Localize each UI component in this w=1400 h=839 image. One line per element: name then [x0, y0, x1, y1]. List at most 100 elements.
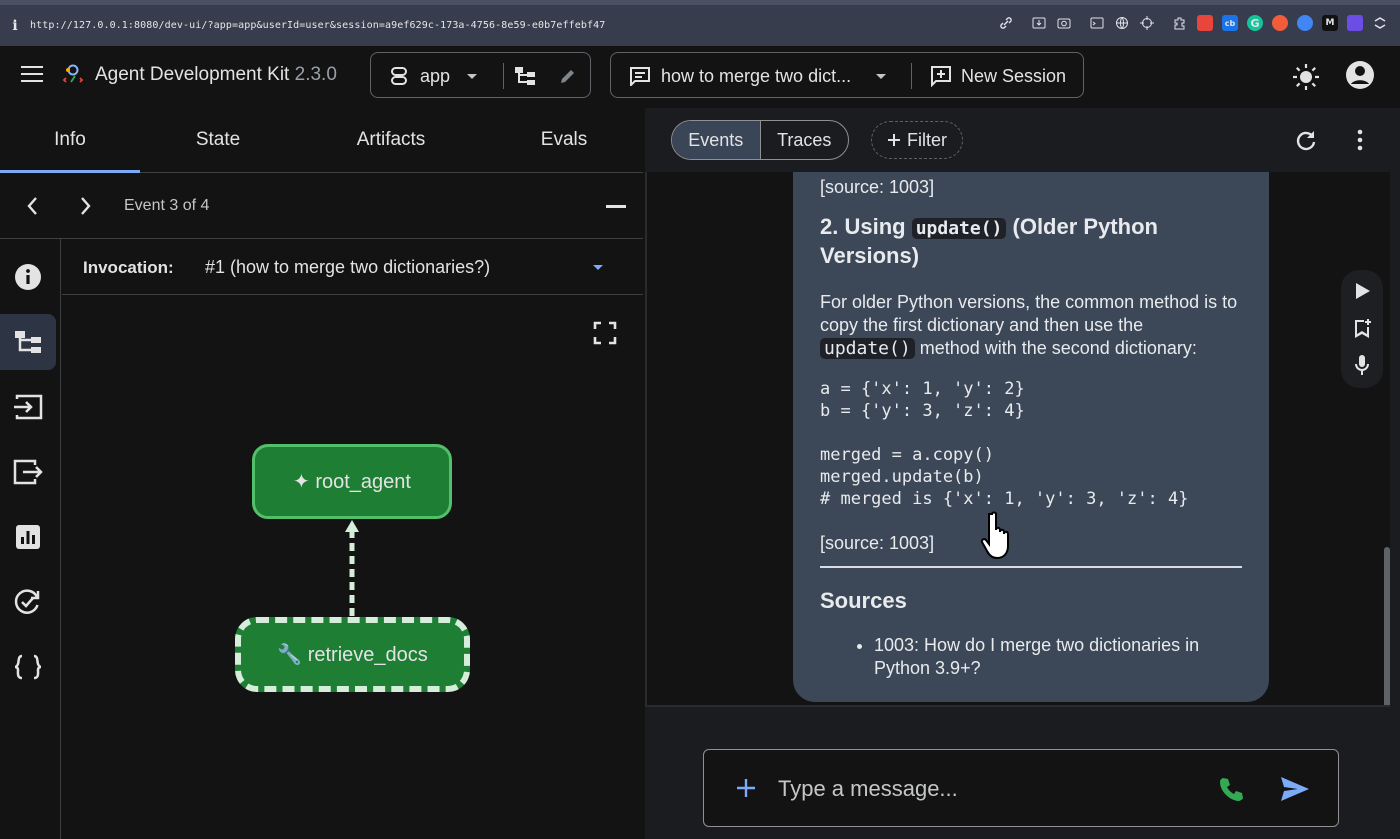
- paragraph-text-a: For older Python versions, the common me…: [820, 292, 1238, 335]
- panel-tabs: Info State Artifacts Evals: [0, 108, 643, 173]
- database-icon: [391, 67, 407, 85]
- message-heading: 2. Using update() (Older Python Versions…: [820, 213, 1242, 269]
- session-selector-group: how to merge two dict... New Session: [610, 52, 1084, 98]
- play-icon[interactable]: [1353, 282, 1371, 300]
- panel-rail: [0, 239, 61, 839]
- invocation-selector[interactable]: Invocation: #1 (how to merge two diction…: [62, 239, 643, 295]
- chevron-right-icon[interactable]: [79, 195, 93, 217]
- chevron-left-icon[interactable]: [25, 195, 39, 217]
- chat-toolbar: Events Traces Filter: [645, 108, 1400, 172]
- edit-icon[interactable]: [558, 66, 578, 86]
- link-icon[interactable]: [998, 15, 1014, 31]
- filter-label: Filter: [907, 129, 947, 150]
- add-attachment-icon[interactable]: [736, 778, 756, 798]
- filter-button[interactable]: Filter: [871, 121, 963, 159]
- events-toggle[interactable]: Events: [672, 121, 761, 159]
- app-title-text: Agent Development Kit: [95, 64, 290, 85]
- url-text[interactable]: http://127.0.0.1:8080/dev-ui/?app=app&us…: [30, 20, 605, 31]
- chat-panel: Events Traces Filter [source: 1003] 2. U…: [645, 108, 1400, 839]
- microphone-icon[interactable]: [1354, 354, 1370, 376]
- agent-tree-icon[interactable]: [514, 66, 536, 86]
- message-composer: [703, 749, 1339, 827]
- scrollbar[interactable]: [1384, 547, 1390, 705]
- traces-toggle[interactable]: Traces: [761, 121, 849, 159]
- code-block: a = {'x': 1, 'y': 2} b = {'y': 3, 'z': 4…: [820, 379, 1189, 509]
- output-icon[interactable]: [0, 444, 56, 500]
- event-navigation: Event 3 of 4: [0, 173, 643, 239]
- menu-icon[interactable]: [21, 66, 43, 84]
- crosshair-icon[interactable]: [1139, 15, 1155, 31]
- hand-cursor-icon: [980, 511, 1009, 560]
- app-title: Agent Development Kit 2.3.0: [95, 64, 337, 86]
- settings-ext-icon[interactable]: [1297, 15, 1313, 31]
- tab-artifacts[interactable]: Artifacts: [316, 108, 466, 173]
- graph-icon[interactable]: [0, 314, 56, 370]
- divider: [820, 566, 1242, 568]
- theme-toggle-icon[interactable]: [1292, 63, 1320, 91]
- refresh-icon[interactable]: [1295, 129, 1317, 151]
- bookmark-add-icon[interactable]: [1352, 318, 1372, 338]
- session-select-value[interactable]: how to merge two dict...: [661, 66, 851, 87]
- source-item: 1003: How do I merge two dictionaries in…: [874, 634, 1242, 680]
- chevron-down-icon[interactable]: [876, 74, 886, 79]
- event-counter: Event 3 of 4: [124, 197, 210, 214]
- heading-code: update(): [911, 218, 1007, 239]
- source-citation: [source: 1003]: [820, 177, 935, 197]
- agent-graph: ✦ root_agent 🔧 retrieve_docs: [62, 296, 643, 839]
- chat-icon: [630, 67, 650, 86]
- paragraph-text-b: method with the second dictionary:: [914, 338, 1197, 358]
- chevron-down-icon[interactable]: [467, 74, 477, 79]
- app-selector-group: app: [370, 52, 591, 98]
- app-header: Agent Development Kit 2.3.0 app how to m…: [0, 46, 1400, 108]
- json-icon[interactable]: [0, 639, 56, 695]
- extension-icon[interactable]: [1172, 15, 1188, 31]
- collapse-icon[interactable]: [606, 205, 626, 208]
- phone-icon[interactable]: [1217, 775, 1245, 803]
- app-select-value[interactable]: app: [420, 66, 450, 87]
- agent-message-bubble: [source: 1003] 2. Using update() (Older …: [793, 172, 1269, 702]
- info-icon[interactable]: [0, 249, 56, 305]
- tab-state[interactable]: State: [143, 108, 293, 173]
- chart-icon[interactable]: [0, 509, 56, 565]
- graph-edge: [345, 520, 359, 618]
- account-icon[interactable]: [1345, 60, 1375, 90]
- adk-logo-icon: [62, 64, 84, 83]
- tab-evals[interactable]: Evals: [489, 108, 639, 173]
- new-session-button[interactable]: New Session: [928, 53, 1078, 99]
- message-actions-rail: [1341, 270, 1383, 388]
- terminal-icon[interactable]: [1089, 15, 1105, 31]
- graph-node-retrieve-docs[interactable]: 🔧 retrieve_docs: [235, 617, 470, 692]
- extension-toolbar: cb G M: [998, 15, 1388, 31]
- sources-heading: Sources: [820, 588, 907, 613]
- purple-ext-icon[interactable]: [1347, 15, 1363, 31]
- paragraph-code: update(): [820, 338, 915, 359]
- tab-info[interactable]: Info: [0, 108, 140, 173]
- grid-ext-icon[interactable]: [1372, 15, 1388, 31]
- site-info-icon[interactable]: i: [0, 18, 30, 34]
- medium-icon[interactable]: M: [1322, 15, 1338, 31]
- add-comment-icon: [931, 66, 951, 87]
- red-ext-icon[interactable]: [1197, 15, 1213, 31]
- eval-icon[interactable]: [0, 574, 56, 630]
- invocation-value[interactable]: #1 (how to merge two dictionaries?): [205, 257, 490, 278]
- input-icon[interactable]: [0, 379, 56, 435]
- heading-number: 2. Using: [820, 214, 912, 239]
- orange-ext-icon[interactable]: [1272, 15, 1288, 31]
- side-panel: Info State Artifacts Evals Event 3 of 4: [0, 108, 645, 839]
- grammarly-icon[interactable]: G: [1247, 15, 1263, 31]
- send-icon[interactable]: [1280, 775, 1310, 803]
- message-list: [source: 1003] 2. Using update() (Older …: [645, 172, 1390, 707]
- more-vert-icon[interactable]: [1355, 129, 1365, 151]
- blue-ext-icon[interactable]: cb: [1222, 15, 1238, 31]
- globe-icon[interactable]: [1114, 15, 1130, 31]
- chevron-down-icon[interactable]: [593, 265, 603, 270]
- browser-url-bar: i http://127.0.0.1:8080/dev-ui/?app=app&…: [0, 0, 1400, 46]
- fullscreen-icon[interactable]: [593, 321, 617, 345]
- camera-icon[interactable]: [1056, 15, 1072, 31]
- message-input[interactable]: [778, 772, 1198, 806]
- view-toggle: Events Traces: [671, 120, 849, 160]
- sources-list: 1003: How do I merge two dictionaries in…: [874, 634, 1242, 680]
- graph-node-root-agent[interactable]: ✦ root_agent: [252, 444, 452, 519]
- save-icon[interactable]: [1031, 15, 1047, 31]
- new-session-label: New Session: [961, 66, 1067, 86]
